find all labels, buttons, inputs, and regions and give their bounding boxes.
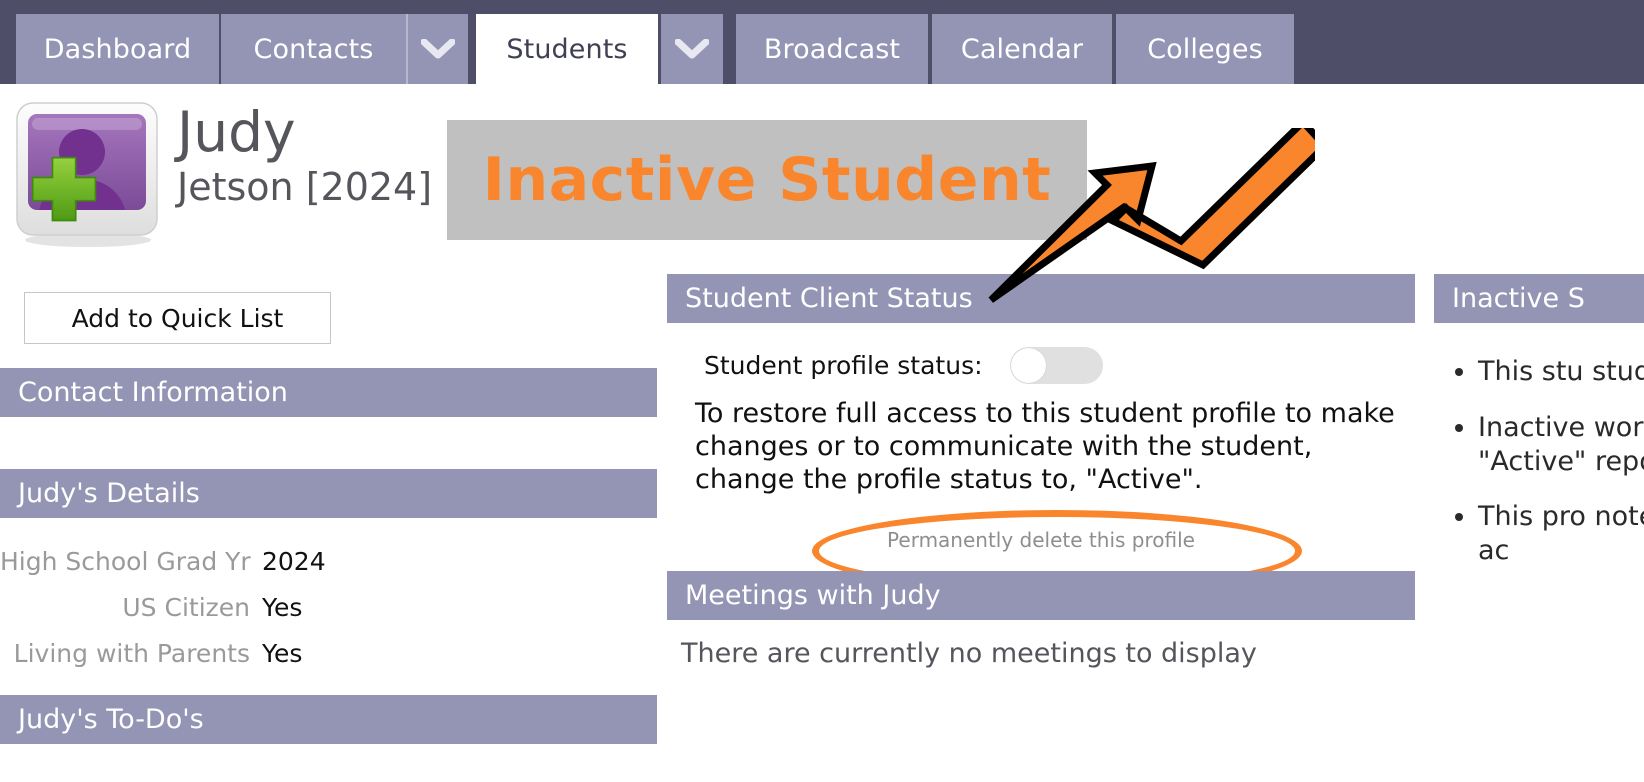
list-item: Inactive working "Active" reports	[1478, 411, 1644, 479]
permanently-delete-profile-link[interactable]: Permanently delete this profile	[667, 528, 1415, 552]
nav-tab-dashboard[interactable]: Dashboard	[16, 14, 219, 84]
add-to-quick-list-button[interactable]: Add to Quick List	[24, 292, 331, 344]
nav-tab-students[interactable]: Students	[476, 14, 658, 84]
detail-label: US Citizen	[122, 592, 250, 622]
list-item: This pro note, th their ac	[1478, 500, 1644, 568]
meetings-empty-message: There are currently no meetings to displ…	[681, 638, 1257, 669]
chevron-down-icon	[675, 39, 709, 59]
student-status-banner: Inactive Student	[447, 120, 1087, 240]
restore-access-instructions: To restore full access to this student p…	[695, 398, 1395, 496]
panel-header-inactive-student-info[interactable]: Inactive S	[1434, 274, 1644, 323]
nav-tab-broadcast[interactable]: Broadcast	[736, 14, 928, 84]
chevron-down-icon	[421, 39, 455, 59]
nav-tab-contacts-dropdown[interactable]	[406, 14, 468, 84]
list-item: This stu student	[1478, 355, 1644, 389]
detail-row: High School Grad Yr 2024	[0, 538, 657, 584]
panel-header-meetings[interactable]: Meetings with Judy	[667, 571, 1415, 620]
top-navigation-bar: Dashboard Contacts Students Broadcast Ca…	[0, 0, 1644, 84]
detail-row: Living with Parents Yes	[0, 630, 657, 676]
nav-tab-label: Broadcast	[763, 33, 901, 65]
nav-tab-calendar[interactable]: Calendar	[932, 14, 1112, 84]
panel-header-label: Judy's To-Do's	[18, 704, 204, 735]
panel-header-student-todos[interactable]: Judy's To-Do's	[0, 695, 657, 744]
inactive-student-info-list: This stu student Inactive working "Activ…	[1434, 355, 1644, 590]
detail-value: 2024	[262, 546, 326, 576]
nav-tab-label: Dashboard	[43, 33, 192, 65]
panel-header-student-client-status[interactable]: Student Client Status	[667, 274, 1415, 323]
nav-tab-label: Contacts	[253, 33, 374, 65]
panel-header-student-details[interactable]: Judy's Details	[0, 469, 657, 518]
panel-header-label: Meetings with Judy	[685, 580, 941, 611]
nav-tab-contacts[interactable]: Contacts	[221, 14, 406, 84]
user-add-avatar-icon	[16, 102, 158, 247]
nav-tab-colleges[interactable]: Colleges	[1116, 14, 1294, 84]
panel-header-label: Judy's Details	[18, 478, 200, 509]
panel-header-label: Inactive S	[1452, 283, 1585, 314]
student-first-name: Judy	[177, 100, 296, 164]
status-badge: Inactive Student	[482, 145, 1052, 215]
panel-header-label: Student Client Status	[685, 283, 973, 314]
panel-header-label: Contact Information	[18, 377, 288, 408]
add-to-quick-list-label: Add to Quick List	[71, 303, 284, 333]
profile-status-row: Student profile status:	[667, 345, 1415, 385]
nav-tab-label: Calendar	[960, 33, 1084, 65]
detail-label: High School Grad Yr	[0, 546, 251, 576]
panel-header-contact-information[interactable]: Contact Information	[0, 368, 657, 417]
detail-label: Living with Parents	[13, 638, 250, 668]
detail-value: Yes	[262, 592, 303, 622]
student-last-name-and-year: Jetson [2024]	[177, 165, 433, 209]
detail-value: Yes	[262, 638, 303, 668]
profile-status-toggle[interactable]	[1009, 346, 1103, 384]
detail-row: US Citizen Yes	[0, 584, 657, 630]
nav-tab-label: Students	[506, 33, 628, 65]
nav-tab-label: Colleges	[1147, 33, 1263, 65]
toggle-knob	[1010, 347, 1046, 383]
profile-status-label: Student profile status:	[704, 350, 983, 380]
nav-tab-students-dropdown[interactable]	[661, 14, 723, 84]
